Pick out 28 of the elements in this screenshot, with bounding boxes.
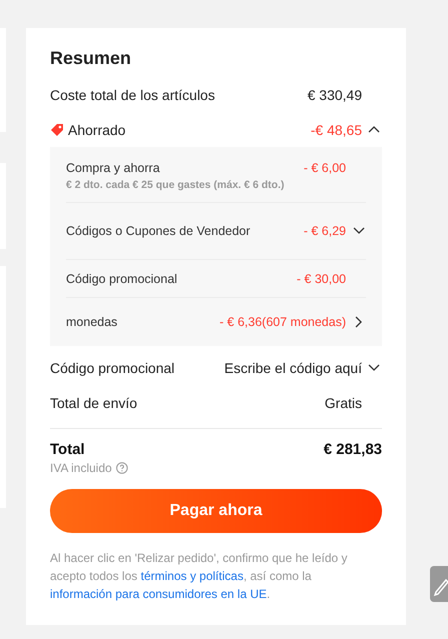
tag-icon [50, 122, 64, 136]
discount-amount: - € 6,36(607 monedas) [220, 315, 346, 329]
legal-link[interactable]: términos y políticas [140, 569, 244, 583]
total-amount: € 281,83 [324, 441, 382, 458]
savings-amount: -€ 48,65 [310, 122, 362, 138]
summary-title: Resumen [50, 48, 132, 69]
discount-amount: - € 6,29 [304, 224, 346, 238]
pay-now-button[interactable]: Pagar ahora [50, 489, 382, 533]
discount-label: Códigos o Cupones de Vendedor [66, 224, 252, 238]
row-label: Código promocional [50, 360, 176, 376]
legal-notice: Al hacer clic en 'Relizar pedido', confirmo que he leído y acepto todos los términos y políticas, así como la información para consumidores en la UE. [50, 550, 348, 603]
row-value: Gratis [324, 394, 362, 410]
tax-note: IVA incluido [50, 461, 112, 475]
total-label: Total [50, 441, 85, 458]
discount-label: monedas [66, 315, 118, 329]
discount-label: Código promocional [66, 272, 178, 286]
help-icon[interactable] [116, 462, 128, 474]
discount-note: € 2 dto. cada € 25 que gastes (máx. € 6 dto.) [66, 179, 286, 191]
discount-label: Compra y ahorra [66, 161, 161, 175]
discount-amount: - € 30,00 [296, 272, 346, 286]
feedback-pen-icon[interactable] [430, 566, 448, 602]
row-value: € 330,49 [308, 86, 362, 102]
savings-label: Ahorrado [68, 122, 127, 138]
discount-amount: - € 6,00 [304, 161, 346, 175]
row-label: Total de envío [50, 394, 138, 410]
legal-link[interactable]: información para consumidores en la UE [50, 587, 267, 601]
promo-code-field[interactable]: Escribe el código aquí [212, 360, 362, 376]
row-label: Coste total de los artículos [50, 86, 216, 102]
